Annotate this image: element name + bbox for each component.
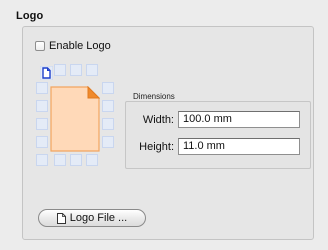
anchor-top-center[interactable]	[70, 64, 82, 76]
enable-logo-label: Enable Logo	[49, 40, 111, 52]
anchor-top-center-left[interactable]	[54, 64, 66, 76]
anchor-right-middle[interactable]	[102, 100, 114, 112]
anchor-top-right[interactable]	[86, 64, 98, 76]
enable-logo-checkbox[interactable]	[35, 41, 45, 51]
anchor-bottom-center[interactable]	[70, 154, 82, 166]
logo-file-button[interactable]: Logo File ...	[38, 209, 146, 227]
anchor-right-bottom[interactable]	[102, 136, 114, 148]
dimensions-title: Dimensions	[132, 92, 176, 101]
document-icon	[56, 212, 66, 224]
anchor-right-lower[interactable]	[102, 118, 114, 130]
anchor-left-middle[interactable]	[36, 100, 48, 112]
anchor-left-lower[interactable]	[36, 118, 48, 130]
height-label: Height:	[139, 141, 174, 153]
anchor-bottom-center-left[interactable]	[54, 154, 66, 166]
enable-logo-checkbox-row[interactable]: Enable Logo	[35, 40, 111, 52]
anchor-left-bottom[interactable]	[36, 136, 48, 148]
height-field[interactable]: 11.0 mm	[178, 138, 300, 155]
width-field[interactable]: 100.0 mm	[178, 111, 300, 128]
logo-file-button-label: Logo File ...	[69, 212, 128, 224]
anchor-left-upper[interactable]	[36, 82, 48, 94]
selected-anchor-document-icon[interactable]	[40, 66, 53, 80]
section-title: Logo	[16, 10, 44, 22]
anchor-right-upper[interactable]	[102, 82, 114, 94]
logo-settings-panel: Logo Enable Logo Dimensions Width: 100.0…	[0, 0, 328, 250]
anchor-bottom-left[interactable]	[36, 154, 48, 166]
anchor-bottom-right[interactable]	[86, 154, 98, 166]
width-label: Width:	[142, 114, 174, 126]
page-preview-icon	[50, 86, 100, 152]
